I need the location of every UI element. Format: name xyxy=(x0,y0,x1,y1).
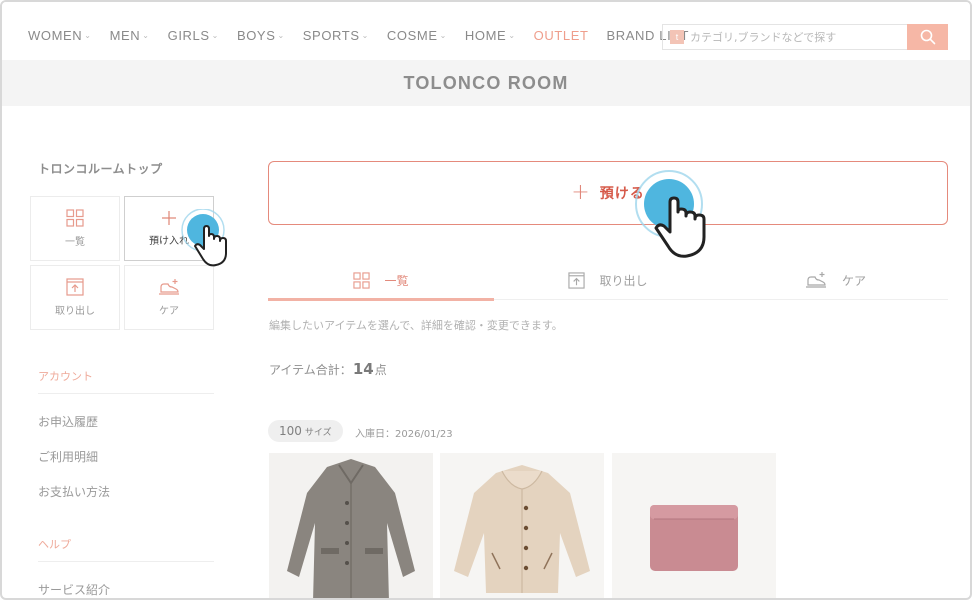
care-icon xyxy=(159,279,179,295)
search-button[interactable] xyxy=(907,24,948,50)
sidebar-heading-account: アカウント xyxy=(38,370,93,383)
chevron-down-icon: ⌄ xyxy=(84,31,92,40)
coat-image xyxy=(269,453,433,598)
top-navigation: WOMEN ⌄ MEN ⌄ GIRLS ⌄ BOYS ⌄ SPORTS ⌄ COSME ⌄ … xyxy=(2,2,970,60)
nav-cosme[interactable]: COSME ⌄ xyxy=(387,28,447,43)
jacket-image xyxy=(440,453,604,598)
tab-label: ケア xyxy=(841,273,866,288)
size-badge: 100 サイズ xyxy=(268,420,343,442)
nav-boys[interactable]: BOYS ⌄ xyxy=(237,28,285,43)
nav-outlet[interactable]: OUTLET xyxy=(534,28,589,43)
nav-girls[interactable]: GIRLS ⌄ xyxy=(168,28,219,43)
sidebar-link-order-history[interactable]: お申込履歴 xyxy=(38,413,98,430)
tab-label: 一覧 xyxy=(384,273,409,288)
sidebar-link-payment-method[interactable]: お支払い方法 xyxy=(38,483,110,500)
divider xyxy=(38,393,214,394)
tile-label: 一覧 xyxy=(65,237,85,248)
tile-label: ケア xyxy=(159,306,179,317)
chevron-down-icon: ⌄ xyxy=(361,31,369,40)
plus-icon xyxy=(162,211,176,225)
stock-date: 入庫日：2026/01/23 xyxy=(355,429,453,440)
sidebar-title[interactable]: トロンコルームトップ xyxy=(38,160,163,177)
box-out-icon xyxy=(568,271,586,289)
tile-label: 預け入れ xyxy=(149,236,189,247)
tab-label: 取り出し xyxy=(599,273,648,288)
sidebar-tile-list[interactable]: 一覧 xyxy=(30,196,120,261)
sidebar-link-usage-details[interactable]: ご利用明細 xyxy=(38,448,98,465)
deposit-label: 預ける xyxy=(599,186,645,202)
item-count: アイテム合計：14点 xyxy=(269,360,387,378)
search-input[interactable] xyxy=(690,30,900,44)
tab-list[interactable]: 一覧 xyxy=(268,260,494,301)
tab-withdraw[interactable]: 取り出し xyxy=(495,260,721,300)
deposit-button[interactable]: + 預ける xyxy=(268,161,948,225)
item-card-wallet[interactable] xyxy=(612,453,776,598)
item-card-jacket[interactable] xyxy=(440,453,604,598)
category-nav: WOMEN ⌄ MEN ⌄ GIRLS ⌄ BOYS ⌄ SPORTS ⌄ COSME ⌄ … xyxy=(28,28,707,43)
box-out-icon xyxy=(66,278,84,296)
item-card-coat[interactable] xyxy=(269,453,433,598)
sidebar-link-service-intro[interactable]: サービス紹介 xyxy=(38,581,110,598)
nav-women[interactable]: WOMEN ⌄ xyxy=(28,28,92,43)
grid-icon xyxy=(66,209,84,227)
chevron-down-icon: ⌄ xyxy=(439,31,447,40)
tile-label: 取り出し xyxy=(55,306,95,317)
tab-care[interactable]: ケア xyxy=(722,260,948,300)
grid-icon xyxy=(353,271,371,289)
browser-frame: WOMEN ⌄ MEN ⌄ GIRLS ⌄ BOYS ⌄ SPORTS ⌄ COSME ⌄ … xyxy=(0,0,972,600)
room-banner: TOLONCO ROOM xyxy=(2,60,970,106)
search-box: t xyxy=(662,24,908,50)
sidebar-heading-help: ヘルプ xyxy=(38,538,71,551)
nav-home[interactable]: HOME ⌄ xyxy=(465,28,516,43)
item-tabs: 一覧 取り出し ケア xyxy=(268,260,948,301)
divider xyxy=(38,561,214,562)
nav-men[interactable]: MEN ⌄ xyxy=(110,28,150,43)
sidebar-tile-deposit[interactable]: 預け入れ xyxy=(124,196,214,261)
nav-sports[interactable]: SPORTS ⌄ xyxy=(303,28,369,43)
search-icon xyxy=(920,29,935,45)
care-icon xyxy=(805,272,826,288)
search-badge-icon: t xyxy=(670,30,684,44)
sidebar-tile-care[interactable]: ケア xyxy=(124,265,214,330)
chevron-down-icon: ⌄ xyxy=(508,31,516,40)
list-description: 編集したいアイテムを選んで、詳細を確認・変更できます。 xyxy=(269,319,563,332)
plus-icon: + xyxy=(571,180,590,205)
chevron-down-icon: ⌄ xyxy=(211,31,219,40)
page-title: TOLONCO ROOM xyxy=(403,72,569,93)
wallet-image xyxy=(612,453,776,598)
sidebar-tile-withdraw[interactable]: 取り出し xyxy=(30,265,120,330)
chevron-down-icon: ⌄ xyxy=(142,31,150,40)
chevron-down-icon: ⌄ xyxy=(277,31,285,40)
